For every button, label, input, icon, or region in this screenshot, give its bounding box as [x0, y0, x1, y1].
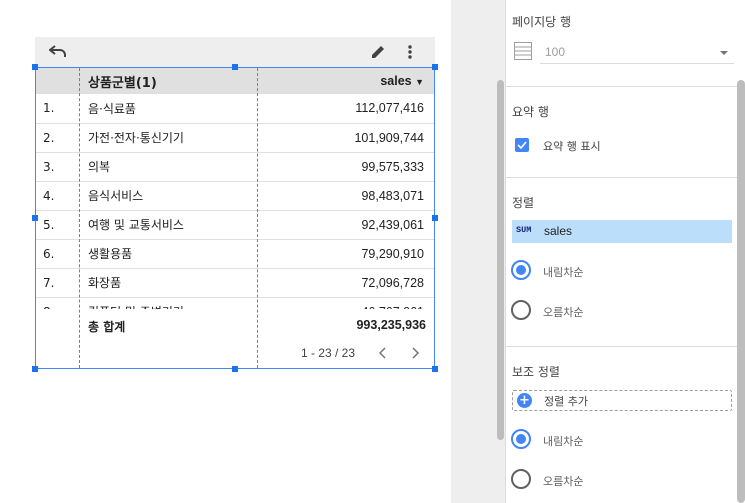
- edit-pencil-icon[interactable]: [363, 37, 393, 67]
- plus-icon: +: [517, 393, 532, 408]
- secondary-sort-desc-radio[interactable]: [511, 429, 531, 449]
- secondary-sort-title: 보조 정렬: [512, 365, 560, 379]
- sum-aggregation-tag: SUM: [516, 225, 532, 235]
- chevron-down-icon: [720, 51, 728, 55]
- sort-field-label: sales: [544, 224, 573, 238]
- resize-handle[interactable]: [232, 64, 238, 70]
- resize-handle[interactable]: [232, 366, 238, 372]
- rows-per-page-text: 100: [545, 45, 566, 59]
- table-row[interactable]: 2. 가전·전자·통신기기 101,909,744: [36, 123, 434, 153]
- total-label: 총 합계: [88, 320, 126, 334]
- resize-handle[interactable]: [432, 366, 438, 372]
- table-toolbar: [35, 37, 435, 67]
- divider: [506, 86, 738, 87]
- data-table-rows: 1. 음·식료품 112,077,416 2. 가전·전자·통신기기 101,909,74…: [36, 94, 434, 309]
- metric-header-label: sales: [380, 74, 412, 88]
- pagination-text: 1 - 23 / 23: [300, 346, 355, 360]
- pagination: 1 - 23 / 23: [36, 343, 434, 363]
- summary-row-checkbox-label: 요약 행 표시: [543, 140, 601, 153]
- table-body[interactable]: 1. 음·식료품 112,077,416 2. 가전·전자·통신기기 101,909,74…: [36, 94, 434, 309]
- rows-per-page-value[interactable]: 100: [540, 42, 734, 64]
- table-grid-icon: [514, 42, 532, 64]
- sort-desc-radio[interactable]: [511, 260, 531, 280]
- row-number-header: [36, 68, 80, 94]
- category-cell: 의복: [80, 152, 258, 182]
- rows-per-page-title: 페이지당 행: [512, 15, 572, 29]
- column-divider[interactable]: [79, 68, 80, 368]
- category-cell: 여행 및 교통서비스: [80, 210, 258, 240]
- row-number: 2.: [36, 123, 80, 153]
- category-cell: 컴퓨터 및 주변기기: [80, 297, 258, 309]
- category-cell: 음·식료품: [80, 94, 258, 124]
- category-cell: 화장품: [80, 268, 258, 298]
- table-row[interactable]: 3. 의복 99,575,333: [36, 152, 434, 182]
- total-row: 총 합계 993,235,936: [36, 315, 434, 335]
- table-row[interactable]: 8.컴퓨터 및 주변기기46,767,061: [36, 297, 434, 309]
- report-canvas: 상품군별(1) sales ▼ 1. 음·식료품 112,077,416 2. 가전·전…: [0, 0, 451, 503]
- rows-per-page-select[interactable]: 100: [512, 40, 736, 64]
- resize-handle[interactable]: [32, 64, 38, 70]
- next-page-icon[interactable]: [406, 343, 426, 363]
- table-widget[interactable]: 상품군별(1) sales ▼ 1. 음·식료품 112,077,416 2. 가전·전…: [35, 67, 435, 369]
- check-icon: [517, 141, 527, 149]
- summary-row-checkbox[interactable]: [515, 138, 529, 152]
- table-row[interactable]: 4. 음식서비스 98,483,071: [36, 181, 434, 211]
- table-row[interactable]: 7. 화장품 72,096,728: [36, 268, 434, 298]
- row-number: 4.: [36, 181, 80, 211]
- sales-cell: 112,077,416: [258, 94, 434, 124]
- sales-cell: 101,909,744: [258, 123, 434, 153]
- divider: [506, 177, 738, 178]
- sales-cell: 98,483,071: [258, 181, 434, 211]
- properties-panel: 페이지당 행 100 요약 행 요약 행 표시 정렬 SUM sales 내림차…: [505, 0, 745, 503]
- category-cell: 음식서비스: [80, 181, 258, 211]
- row-number: 6.: [36, 239, 80, 269]
- total-value: 993,235,936: [356, 318, 426, 332]
- sales-cell: 99,575,333: [258, 152, 434, 182]
- secondary-sort-asc-radio[interactable]: [511, 469, 531, 489]
- undo-icon[interactable]: [43, 37, 73, 67]
- category-cell: 생활용품: [80, 239, 258, 269]
- panel-scrollbar[interactable]: [737, 80, 745, 503]
- sort-desc-icon: ▼: [415, 77, 424, 87]
- data-table-header: 상품군별(1) sales ▼: [36, 68, 434, 94]
- resize-handle[interactable]: [432, 215, 438, 221]
- sort-field-chip[interactable]: SUM sales: [512, 220, 732, 243]
- row-number: 8.: [36, 297, 80, 309]
- sales-cell: 46,767,061: [258, 297, 434, 309]
- row-number: 3.: [36, 152, 80, 182]
- canvas-scrollbar[interactable]: [497, 80, 504, 440]
- add-sort-label: 정렬 추가: [544, 395, 588, 408]
- sales-cell: 92,439,061: [258, 210, 434, 240]
- row-number: 1.: [36, 94, 80, 124]
- dimension-header[interactable]: 상품군별(1): [80, 68, 258, 94]
- sales-cell: 79,290,910: [258, 239, 434, 269]
- prev-page-icon[interactable]: [372, 343, 392, 363]
- secondary-sort-desc-label: 내림차순: [543, 435, 584, 448]
- metric-header[interactable]: sales ▼: [258, 68, 434, 94]
- secondary-sort-asc-label: 오름차순: [543, 475, 584, 488]
- divider: [506, 346, 738, 347]
- row-number: 5.: [36, 210, 80, 240]
- column-divider[interactable]: [257, 68, 258, 368]
- sort-desc-label: 내림차순: [543, 266, 584, 279]
- add-sort-button[interactable]: + 정렬 추가: [512, 390, 732, 411]
- row-number: 7.: [36, 268, 80, 298]
- resize-handle[interactable]: [432, 64, 438, 70]
- more-vert-icon[interactable]: [395, 37, 425, 67]
- table-row[interactable]: 1. 음·식료품 112,077,416: [36, 94, 434, 124]
- table-row[interactable]: 5. 여행 및 교통서비스 92,439,061: [36, 210, 434, 240]
- resize-handle[interactable]: [32, 366, 38, 372]
- table-row[interactable]: 6. 생활용품 79,290,910: [36, 239, 434, 269]
- sort-asc-label: 오름차순: [543, 306, 584, 319]
- summary-row-title: 요약 행: [512, 105, 549, 119]
- sort-title: 정렬: [512, 196, 535, 210]
- sort-asc-radio[interactable]: [511, 300, 531, 320]
- resize-handle[interactable]: [32, 215, 38, 221]
- sales-cell: 72,096,728: [258, 268, 434, 298]
- category-cell: 가전·전자·통신기기: [80, 123, 258, 153]
